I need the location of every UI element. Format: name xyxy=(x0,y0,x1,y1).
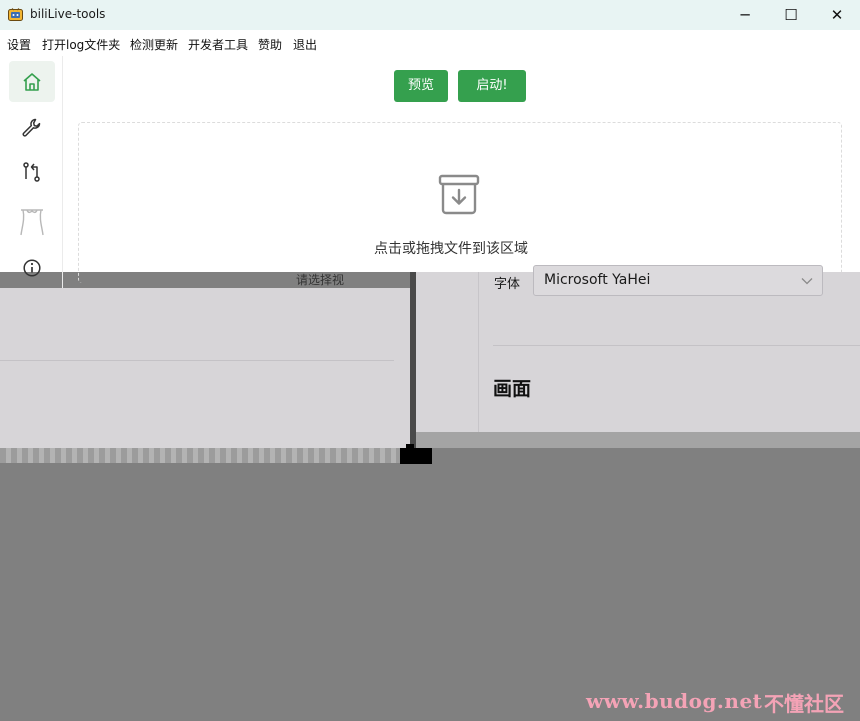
window-splitter[interactable] xyxy=(410,272,416,458)
divider xyxy=(0,360,394,361)
menu-item-exit[interactable]: 退出 xyxy=(293,36,317,53)
home-icon xyxy=(23,73,41,91)
curtain-icon[interactable] xyxy=(19,207,45,237)
background-panel-left xyxy=(0,288,412,448)
panel-edge-strip xyxy=(416,432,860,448)
maximize-button[interactable]: ☐ xyxy=(768,0,814,30)
minimize-button[interactable]: ─ xyxy=(722,0,768,30)
sidebar-item-home[interactable] xyxy=(9,61,55,102)
watermark-text: 不懂社区 xyxy=(764,692,844,716)
menu-item-check-update[interactable]: 检测更新 xyxy=(130,36,178,53)
sidebar-divider xyxy=(62,56,63,288)
preview-button[interactable]: 预览 xyxy=(394,70,448,102)
app-logo-icon xyxy=(8,8,23,21)
panel-edge-strip xyxy=(0,448,412,463)
close-button[interactable]: ✕ xyxy=(814,0,860,30)
chevron-down-icon xyxy=(801,278,813,285)
font-label: 字体 xyxy=(494,277,521,292)
info-icon[interactable] xyxy=(22,258,42,278)
font-select-value: Microsoft YaHei xyxy=(544,272,651,288)
watermark-url: www.budog.net xyxy=(586,689,763,713)
choose-file-text: 请选择视 xyxy=(296,273,345,287)
start-button[interactable]: 启动! xyxy=(458,70,526,102)
menu-bar xyxy=(0,30,860,56)
settings-panel xyxy=(416,272,860,432)
drop-zone-text: 点击或拖拽文件到该区域 xyxy=(374,241,528,257)
archive-download-icon xyxy=(438,174,480,215)
section-title: 画面 xyxy=(493,378,532,400)
divider xyxy=(478,272,479,432)
menu-item-open-log[interactable]: 打开log文件夹 xyxy=(42,36,120,53)
git-compare-icon[interactable] xyxy=(21,161,42,183)
menu-item-sponsor[interactable]: 赞助 xyxy=(258,36,282,53)
cursor-shadow xyxy=(400,448,432,464)
window-title: biliLive-tools xyxy=(30,7,106,21)
menu-item-devtools[interactable]: 开发者工具 xyxy=(188,36,248,53)
menu-item-settings[interactable]: 设置 xyxy=(7,36,31,53)
wrench-icon[interactable] xyxy=(21,117,42,138)
divider xyxy=(493,345,860,346)
